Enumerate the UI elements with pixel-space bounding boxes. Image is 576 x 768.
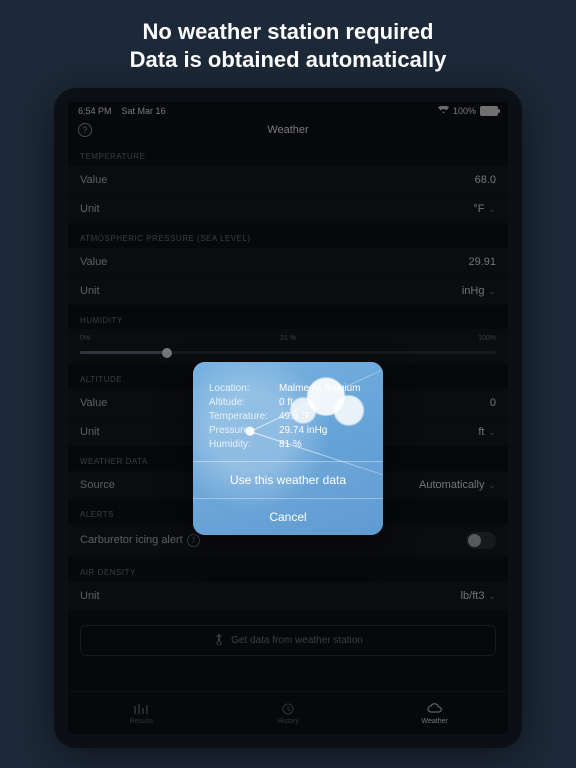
pressure-value-row[interactable]: Value 29.91 — [68, 247, 508, 277]
section-humidity: HUMIDITY — [68, 306, 508, 329]
modal-altitude-label: Altitude: — [209, 397, 279, 408]
promo-text: No weather station required Data is obta… — [0, 0, 576, 87]
row-value: °F — [473, 203, 484, 215]
status-date: Sat Mar 16 — [122, 106, 166, 116]
row-label: Unit — [80, 426, 100, 438]
section-air-density: AIR DENSITY — [68, 558, 508, 581]
modal-location-label: Location: — [209, 383, 279, 394]
promo-line1: No weather station required — [0, 18, 576, 46]
screen: 6:54 PM Sat Mar 16 100% ? Weather TEMPER… — [68, 102, 508, 734]
temperature-value-row[interactable]: Value 68.0 — [68, 165, 508, 195]
slider-mid: 21 % — [280, 335, 296, 342]
status-bar: 6:54 PM Sat Mar 16 100% — [68, 102, 508, 118]
airdensity-unit-row[interactable]: Unit lb/ft3⌄ — [68, 581, 508, 611]
battery-icon — [480, 106, 498, 116]
modal-location-value: Malmedy, Belgium — [279, 383, 361, 394]
row-label: Source — [80, 479, 115, 491]
slider-track[interactable] — [80, 351, 496, 354]
modal-altitude-value: 0 ft — [279, 397, 293, 408]
row-label: Unit — [80, 203, 100, 215]
status-battery-pct: 100% — [453, 106, 476, 116]
slider-fill — [80, 351, 167, 354]
icing-alert-toggle[interactable] — [466, 532, 496, 549]
modal-humidity-value: 81 % — [279, 439, 302, 450]
chevron-down-icon: ⌄ — [488, 591, 496, 602]
slider-min: 0% — [80, 335, 90, 342]
modal-pressure-value: 29.74 inHg — [279, 425, 327, 436]
wifi-icon — [438, 106, 449, 116]
modal-temperature-value: 49.6 °F — [279, 411, 311, 422]
row-value: 68.0 — [475, 174, 496, 186]
row-label: Carburetor icing alert — [80, 534, 183, 546]
humidity-slider[interactable]: 0% 21 % 100% — [68, 329, 508, 365]
row-value: 0 — [490, 397, 496, 409]
tab-label: History — [277, 718, 299, 725]
help-icon[interactable]: ? — [187, 534, 200, 547]
tab-bar: Results History Weather — [68, 691, 508, 734]
row-value: lb/ft3 — [461, 590, 485, 602]
tab-label: Weather — [422, 718, 448, 725]
modal-temperature-label: Temperature: — [209, 411, 279, 422]
row-label: Value — [80, 256, 107, 268]
temperature-unit-row[interactable]: Unit °F ⌄ — [68, 195, 508, 224]
tab-label: Results — [130, 718, 153, 725]
button-label: Get data from weather station — [231, 635, 363, 646]
station-icon — [213, 633, 225, 648]
row-label: Unit — [80, 285, 100, 297]
row-value: 29.91 — [468, 256, 496, 268]
modal-humidity-label: Humidity: — [209, 439, 279, 450]
section-pressure: ATMOSPHERIC PRESSURE (SEA LEVEL) — [68, 224, 508, 247]
modal-body: Location:Malmedy, Belgium Altitude:0 ft … — [193, 362, 383, 461]
chevron-down-icon: ⌄ — [488, 286, 496, 297]
section-temperature: TEMPERATURE — [68, 142, 508, 165]
chevron-down-icon: ⌄ — [488, 480, 496, 491]
row-value: ft — [478, 426, 484, 438]
help-icon[interactable]: ? — [78, 123, 92, 137]
use-weather-data-button[interactable]: Use this weather data — [193, 461, 383, 498]
row-value: inHg — [462, 285, 485, 297]
row-label: Unit — [80, 590, 100, 602]
tab-weather[interactable]: Weather — [361, 692, 508, 734]
get-station-data-button[interactable]: Get data from weather station — [80, 625, 496, 656]
chevron-down-icon: ⌄ — [488, 204, 496, 215]
cancel-button[interactable]: Cancel — [193, 498, 383, 535]
slider-thumb[interactable] — [162, 348, 172, 358]
tab-history[interactable]: History — [215, 692, 362, 734]
tab-results[interactable]: Results — [68, 692, 215, 734]
row-label: Value — [80, 397, 107, 409]
ipad-frame: 6:54 PM Sat Mar 16 100% ? Weather TEMPER… — [54, 88, 522, 748]
promo-line2: Data is obtained automatically — [0, 46, 576, 74]
row-label: Value — [80, 174, 107, 186]
weather-data-modal: Location:Malmedy, Belgium Altitude:0 ft … — [193, 362, 383, 535]
modal-pressure-label: Pressure: — [209, 425, 279, 436]
row-value: Automatically — [419, 479, 484, 491]
status-time: 6:54 PM — [78, 106, 112, 116]
chevron-down-icon: ⌄ — [488, 427, 496, 438]
pressure-unit-row[interactable]: Unit inHg⌄ — [68, 277, 508, 306]
slider-max: 100% — [478, 335, 496, 342]
nav-bar: ? Weather — [68, 118, 508, 142]
page-title: Weather — [267, 124, 308, 136]
